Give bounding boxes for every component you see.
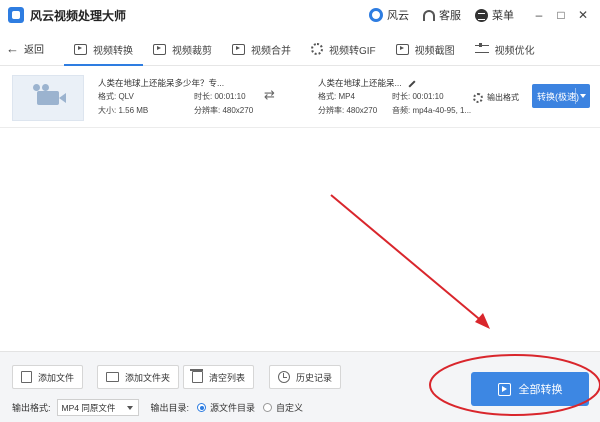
- tab-video-crop[interactable]: 视频裁剪: [143, 32, 222, 66]
- back-label: 返回: [24, 45, 44, 56]
- source-duration: 时长: 00:01:10: [194, 92, 246, 101]
- add-file-button[interactable]: 添加文件: [12, 365, 84, 389]
- target-duration: 时长: 00:01:10: [392, 92, 444, 101]
- chevron-down-icon: [126, 406, 133, 410]
- tab-video-screenshot[interactable]: 视频截图: [386, 32, 465, 66]
- target-file-name: 人类在地球上还能呆...: [318, 78, 402, 88]
- tab-label: 视频裁剪: [172, 45, 212, 57]
- radio-source-dir[interactable]: [197, 403, 207, 412]
- play-icon: [74, 43, 87, 55]
- output-settings-button[interactable]: 输出格式: [473, 92, 519, 103]
- output-settings-label: 输出格式: [487, 93, 519, 102]
- screenshot-icon: [395, 43, 409, 55]
- minimize-button[interactable]: –: [528, 8, 550, 22]
- gear-icon: [473, 92, 483, 103]
- app-logo-icon: [8, 7, 24, 23]
- output-format-label: 输出格式:: [12, 403, 51, 413]
- chevron-down-icon[interactable]: [580, 94, 586, 98]
- radio-source-dir-label[interactable]: 源文件目录: [210, 401, 255, 414]
- target-format: 格式: MP4: [318, 92, 355, 101]
- tab-label: 视频转换: [93, 45, 133, 57]
- user-icon: [369, 8, 383, 22]
- gif-icon: [311, 43, 323, 55]
- sliders-icon: [474, 43, 489, 55]
- edit-pencil-icon[interactable]: [408, 80, 416, 88]
- title-bar: 风云视频处理大师 风云 客服 菜单 – □ ✕: [0, 0, 600, 30]
- close-button[interactable]: ✕: [572, 8, 594, 22]
- menu-icon: [475, 8, 488, 22]
- folder-icon: [106, 372, 119, 382]
- source-size: 大小: 1.56 MB: [98, 106, 149, 115]
- source-file-info: 人类在地球上还能呆多少年？专... 格式: QLV 时长: 00:01:10 大…: [98, 76, 274, 118]
- output-format-value: MP4 同原文件: [61, 402, 116, 413]
- tab-label: 视频优化: [494, 45, 535, 57]
- output-options-row: 输出格式: MP4 同原文件 输出目录: 源文件目录 自定义: [12, 399, 303, 416]
- source-file-name: 人类在地球上还能呆多少年？专...: [98, 78, 225, 88]
- tab-video-convert[interactable]: 视频转换: [64, 32, 143, 66]
- file-icon: [21, 371, 32, 383]
- user-button[interactable]: 风云: [369, 7, 409, 23]
- convert-mode-label: 转换(极速): [537, 91, 579, 102]
- tab-label: 视频合并: [251, 45, 291, 57]
- convert-all-button[interactable]: 全部转换: [471, 372, 589, 406]
- back-arrow-icon: ←: [6, 41, 19, 56]
- video-camera-icon: [33, 84, 66, 105]
- tab-label: 视频转GIF: [329, 45, 376, 57]
- play-icon: [497, 382, 511, 396]
- menu-label: 菜单: [492, 10, 514, 22]
- output-dir-label: 输出目录:: [150, 403, 190, 413]
- radio-custom-dir-label[interactable]: 自定义: [276, 401, 303, 414]
- nav-bar: ← 返回 视频转换 视频裁剪 视频合并 视频转GIF 视频截图 视频优化: [0, 32, 600, 66]
- convert-mode-button[interactable]: 转换(极速): [532, 84, 590, 108]
- add-file-label: 添加文件: [38, 372, 75, 383]
- source-resolution: 分辨率: 480x270: [194, 106, 254, 115]
- menu-button[interactable]: 菜单: [475, 7, 514, 23]
- trash-icon: [190, 369, 203, 383]
- merge-icon: [232, 43, 245, 55]
- convert-arrows-icon: ⇄: [264, 87, 275, 102]
- tab-video-merge[interactable]: 视频合并: [222, 32, 301, 66]
- clock-icon: [278, 371, 290, 383]
- app-title: 风云视频处理大师: [30, 9, 127, 23]
- clear-list-label: 清空列表: [209, 372, 246, 383]
- add-folder-label: 添加文件夹: [125, 372, 171, 383]
- radio-custom-dir[interactable]: [263, 403, 273, 412]
- service-label: 客服: [439, 10, 461, 22]
- history-button[interactable]: 历史记录: [269, 365, 342, 389]
- back-button[interactable]: ← 返回: [6, 41, 44, 56]
- maximize-button[interactable]: □: [550, 8, 572, 22]
- clear-list-button[interactable]: 清空列表: [183, 365, 255, 389]
- tab-label: 视频截图: [414, 45, 455, 57]
- tab-video-optimize[interactable]: 视频优化: [465, 32, 545, 66]
- output-format-select[interactable]: MP4 同原文件: [56, 399, 139, 416]
- tab-video-gif[interactable]: 视频转GIF: [301, 32, 386, 66]
- history-label: 历史记录: [296, 372, 333, 383]
- annotation-arrowhead: [475, 313, 490, 329]
- target-audio: 音频: mp4a-40-95, 1...: [392, 106, 472, 115]
- crop-icon: [153, 43, 166, 55]
- add-folder-button[interactable]: 添加文件夹: [97, 365, 180, 389]
- user-label: 风云: [387, 10, 409, 22]
- target-resolution: 分辨率: 480x270: [318, 106, 378, 115]
- headset-icon: [423, 9, 435, 21]
- source-format: 格式: QLV: [98, 92, 134, 101]
- customer-service-button[interactable]: 客服: [423, 7, 461, 23]
- target-file-info: 人类在地球上还能呆... 格式: MP4 时长: 00:01:10 分辨率: 4…: [318, 76, 472, 118]
- convert-all-label: 全部转换: [518, 384, 563, 396]
- annotation-arrow: [330, 194, 485, 324]
- video-thumbnail: [12, 75, 84, 121]
